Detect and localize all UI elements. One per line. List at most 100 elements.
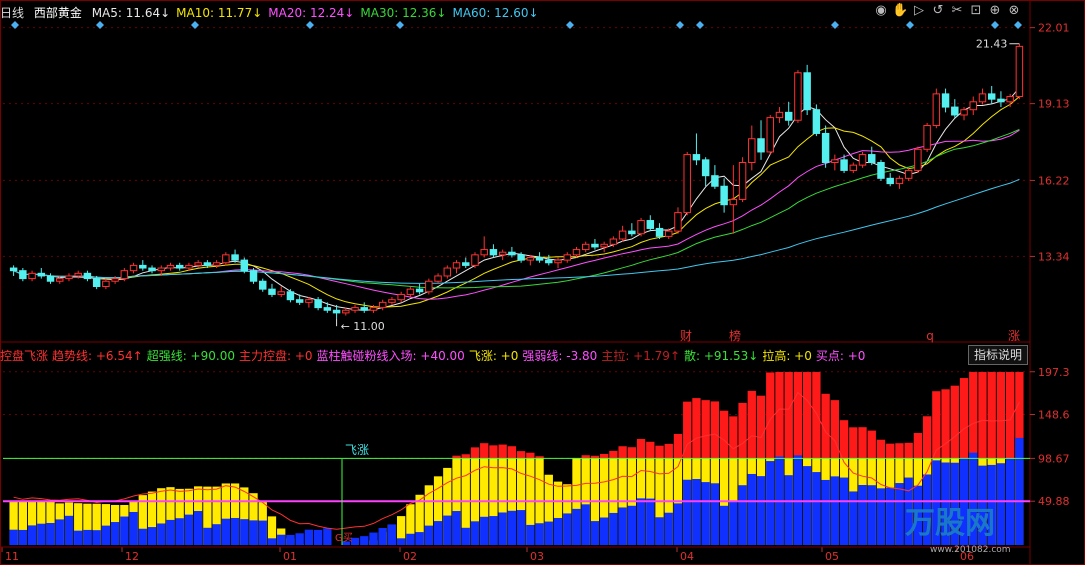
indicator-value-7: 主拉: +1.79↑ — [601, 349, 680, 363]
blue-bar — [157, 523, 166, 545]
blue-bar — [895, 483, 904, 545]
indicator-bar — [553, 481, 563, 545]
candle-body — [139, 264, 147, 269]
play-icon[interactable]: ▷ — [911, 3, 927, 19]
candle-body — [203, 262, 212, 266]
indicator-bar — [37, 501, 46, 545]
red-bar — [858, 427, 867, 459]
candle-body — [259, 280, 267, 290]
candle-body — [19, 270, 27, 280]
red-bar — [904, 442, 913, 459]
blue-bar — [249, 520, 258, 545]
indicator-bar — [258, 502, 267, 545]
indicator-bar — [830, 400, 839, 545]
indicator-help-button[interactable]: 指标说明 — [968, 345, 1028, 365]
candle-body — [480, 249, 488, 256]
scissors-icon[interactable]: ✂ — [949, 3, 965, 19]
indicator-value-2: 超强线: +90.00 — [146, 349, 235, 363]
red-bar — [710, 401, 720, 459]
candle — [471, 252, 479, 269]
indicator-bar — [55, 503, 64, 545]
candle-body — [987, 93, 996, 100]
candle-body — [508, 251, 516, 256]
price-tick-label: 16.22 — [1038, 174, 1070, 187]
candle-body — [323, 307, 332, 311]
candle-body — [868, 154, 876, 163]
blue-bar — [692, 478, 701, 545]
indicator-bar — [397, 516, 406, 545]
blue-bar — [110, 522, 120, 545]
lock-icon[interactable]: ⊡ — [968, 3, 984, 19]
candle — [9, 265, 18, 276]
candle-body — [157, 267, 165, 272]
candle — [425, 278, 433, 295]
eye-icon[interactable]: ◉ — [873, 3, 889, 19]
indicator-value-3: 主力控盘: +0 — [238, 349, 313, 363]
candle-body — [683, 154, 691, 214]
candle-body — [1015, 45, 1024, 98]
red-bar — [996, 372, 1006, 459]
indicator-bar — [101, 504, 111, 545]
ma-value-1: MA10: 11.77↓ — [176, 6, 263, 20]
indicator-bar — [129, 501, 138, 545]
blue-bar — [646, 498, 655, 545]
blue-bar — [360, 536, 369, 545]
blue-bar — [295, 533, 304, 545]
candle — [600, 241, 608, 253]
indicator-bar — [618, 446, 627, 545]
candle — [452, 260, 461, 274]
ma10-line — [13, 96, 1020, 308]
candle — [628, 223, 636, 237]
blue-bar — [221, 518, 230, 545]
candle — [65, 273, 73, 282]
candle — [231, 249, 239, 263]
candle — [572, 246, 581, 258]
hand-icon[interactable]: ✋ — [892, 3, 908, 19]
candle-body — [378, 301, 387, 309]
zoom-in-icon[interactable]: ⊕ — [987, 3, 1003, 19]
ind-tick-label: 98.67 — [1038, 452, 1070, 465]
diamond-marker — [191, 21, 199, 29]
event-marker: 涨 — [1008, 328, 1020, 343]
candle — [434, 273, 442, 284]
candle-body — [175, 264, 184, 269]
red-bar — [470, 447, 480, 459]
candle-body — [886, 177, 894, 185]
red-bar — [719, 410, 729, 459]
indicator-bar — [415, 494, 424, 545]
indicator-bar — [9, 501, 18, 545]
blue-bar — [323, 528, 332, 545]
ma30-line — [13, 128, 1020, 289]
undo-icon[interactable]: ↺ — [930, 3, 946, 19]
blue-bar — [738, 485, 747, 545]
candle — [858, 151, 867, 168]
blue-bar — [812, 472, 821, 545]
candle — [895, 175, 904, 189]
red-bar — [692, 398, 701, 459]
candle-body — [231, 254, 239, 261]
indicator-bar — [304, 529, 314, 545]
candle-body — [701, 159, 710, 177]
blue-bar — [37, 523, 46, 545]
blue-bar — [609, 512, 618, 545]
price-tick-label: 19.13 — [1038, 98, 1070, 111]
blue-bar — [710, 483, 720, 545]
candle-body — [600, 243, 608, 248]
candle-body — [517, 254, 525, 261]
blue-bar — [516, 510, 526, 545]
red-bar — [987, 372, 996, 459]
candle — [951, 99, 959, 118]
indicator-bar — [498, 444, 507, 545]
candle — [637, 217, 645, 237]
candle — [683, 151, 691, 216]
indicator-bar — [563, 484, 572, 545]
blue-bar — [876, 488, 886, 545]
period-label[interactable]: 日线 — [0, 6, 24, 20]
blue-bar — [673, 503, 683, 545]
blue-bar — [212, 524, 221, 545]
candle-body — [609, 238, 618, 245]
close-icon[interactable]: ⊗ — [1006, 3, 1022, 19]
candle-body — [305, 299, 313, 303]
candle-body — [489, 249, 498, 256]
candle — [932, 88, 941, 129]
